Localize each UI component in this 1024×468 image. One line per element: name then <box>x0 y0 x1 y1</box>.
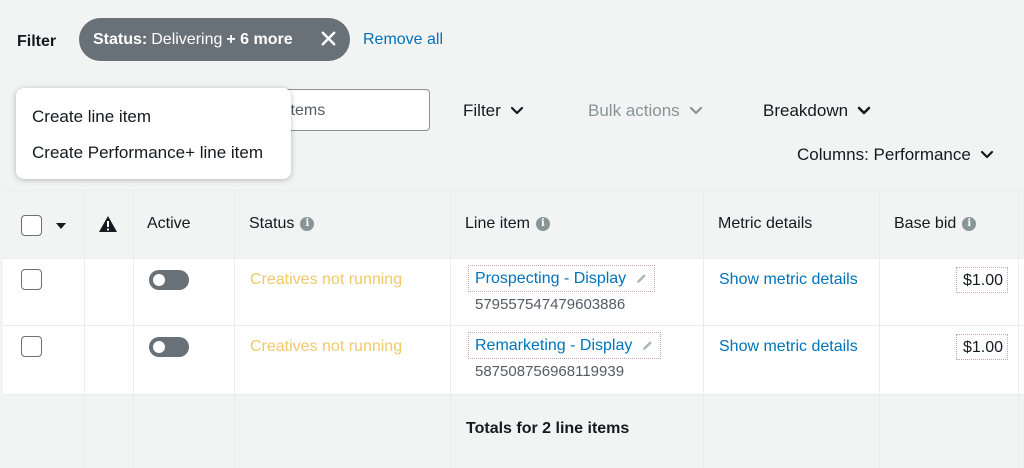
show-metric-details-link[interactable]: Show metric details <box>719 338 858 356</box>
header-base-bid-label: Base bid <box>894 215 957 232</box>
select-all-checkbox[interactable] <box>21 215 42 236</box>
table-totals-row: Totals for 2 line items <box>3 395 1024 468</box>
caret-down-icon[interactable] <box>56 223 66 230</box>
create-menu: Create line item Create Performance+ lin… <box>16 88 291 179</box>
status-filter-chip[interactable]: Status: Delivering + 6 more <box>79 18 350 61</box>
column-divider <box>234 190 235 468</box>
chevron-down-icon <box>857 106 871 115</box>
chevron-down-icon <box>980 150 993 159</box>
active-toggle[interactable] <box>149 337 189 357</box>
base-bid-value[interactable]: $1.00 <box>956 267 1009 293</box>
line-item-name: Remarketing - Display <box>475 336 633 354</box>
chevron-down-icon <box>510 106 523 115</box>
columns-dropdown[interactable]: Columns: Performance <box>797 145 994 165</box>
info-icon[interactable]: i <box>962 217 977 231</box>
column-divider <box>879 190 880 468</box>
breakdown-dropdown[interactable]: Breakdown <box>763 101 871 121</box>
active-toggle[interactable] <box>149 270 189 290</box>
column-divider <box>1018 190 1019 468</box>
column-divider <box>84 190 85 468</box>
table-row: Creatives not running Prospecting - Disp… <box>3 259 1024 326</box>
line-item-id: 587508756968119939 <box>475 363 625 380</box>
info-icon[interactable]: i <box>300 217 315 231</box>
line-items-table: Active Status i Line item i Metric details… <box>3 190 1024 468</box>
status-text: Creatives not running <box>250 271 403 288</box>
filter-dropdown-label: Filter <box>463 101 501 120</box>
table-header: Active Status i Line item i Metric details… <box>3 190 1024 259</box>
header-active-label: Active <box>147 215 191 232</box>
totals-label: Totals for 2 line items <box>466 420 630 437</box>
remove-all-link[interactable]: Remove all <box>363 31 443 49</box>
show-metric-details-link[interactable]: Show metric details <box>719 271 858 289</box>
table-row: Creatives not running Remarketing - Disp… <box>3 326 1024 395</box>
search-input-text: items <box>287 102 326 119</box>
close-icon[interactable] <box>319 29 338 48</box>
bulk-actions-dropdown[interactable]: Bulk actions <box>588 101 703 121</box>
header-metric-details-label: Metric details <box>718 215 813 232</box>
filter-dropdown[interactable]: Filter <box>463 101 524 121</box>
menu-item-create-line-item[interactable]: Create line item <box>32 107 151 127</box>
line-item-name-link[interactable]: Prospecting - Display <box>468 265 656 292</box>
header-line-item-label: Line item <box>465 215 530 232</box>
menu-item-create-performance-line-item[interactable]: Create Performance+ line item <box>32 143 263 163</box>
chip-value: Delivering <box>151 30 223 48</box>
filter-bar: Filter Status: Delivering + 6 more Remov… <box>0 0 1024 76</box>
chip-key: Status: <box>93 30 148 48</box>
breakdown-label: Breakdown <box>763 101 849 120</box>
column-divider <box>450 190 451 468</box>
column-header-status: Status i <box>249 215 315 233</box>
column-header-base-bid: Base bid i <box>894 215 977 233</box>
status-text: Creatives not running <box>250 338 403 355</box>
column-divider <box>133 190 134 468</box>
pencil-icon[interactable] <box>635 272 648 285</box>
columns-label: Columns: Performance <box>797 145 971 164</box>
info-icon[interactable]: i <box>535 217 550 231</box>
line-item-name: Prospecting - Display <box>475 269 627 287</box>
row-checkbox[interactable] <box>21 269 42 290</box>
header-status-label: Status <box>249 215 295 232</box>
line-item-id: 579557547479603886 <box>475 296 626 313</box>
chevron-down-icon <box>689 106 702 115</box>
column-header-line-item: Line item i <box>465 215 550 233</box>
column-divider <box>703 190 704 468</box>
column-header-active: Active <box>147 215 191 233</box>
filter-label: Filter <box>17 33 57 50</box>
row-checkbox[interactable] <box>21 336 42 357</box>
bulk-actions-label: Bulk actions <box>588 101 680 120</box>
chip-more: + 6 more <box>226 30 293 48</box>
pencil-icon[interactable] <box>641 339 654 352</box>
column-header-metric-details: Metric details <box>718 215 812 233</box>
line-item-name-link[interactable]: Remarketing - Display <box>468 332 662 359</box>
warning-icon <box>99 216 117 232</box>
base-bid-value[interactable]: $1.00 <box>956 334 1009 360</box>
